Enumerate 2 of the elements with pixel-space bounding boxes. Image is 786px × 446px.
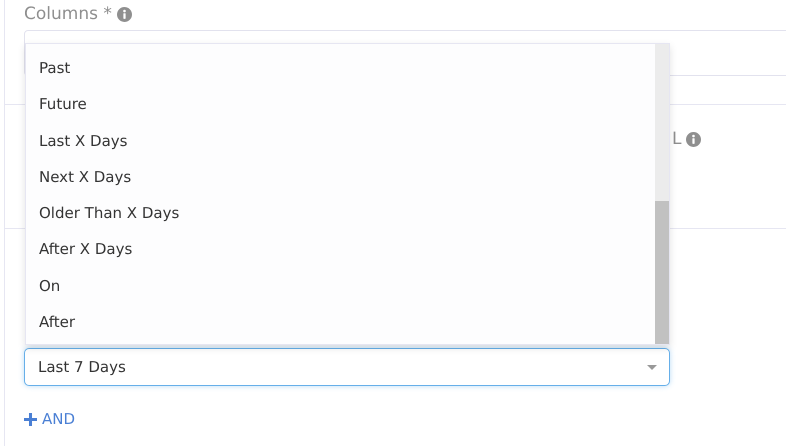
field-label: Columns * <box>24 4 112 24</box>
field-label: L <box>672 129 682 149</box>
